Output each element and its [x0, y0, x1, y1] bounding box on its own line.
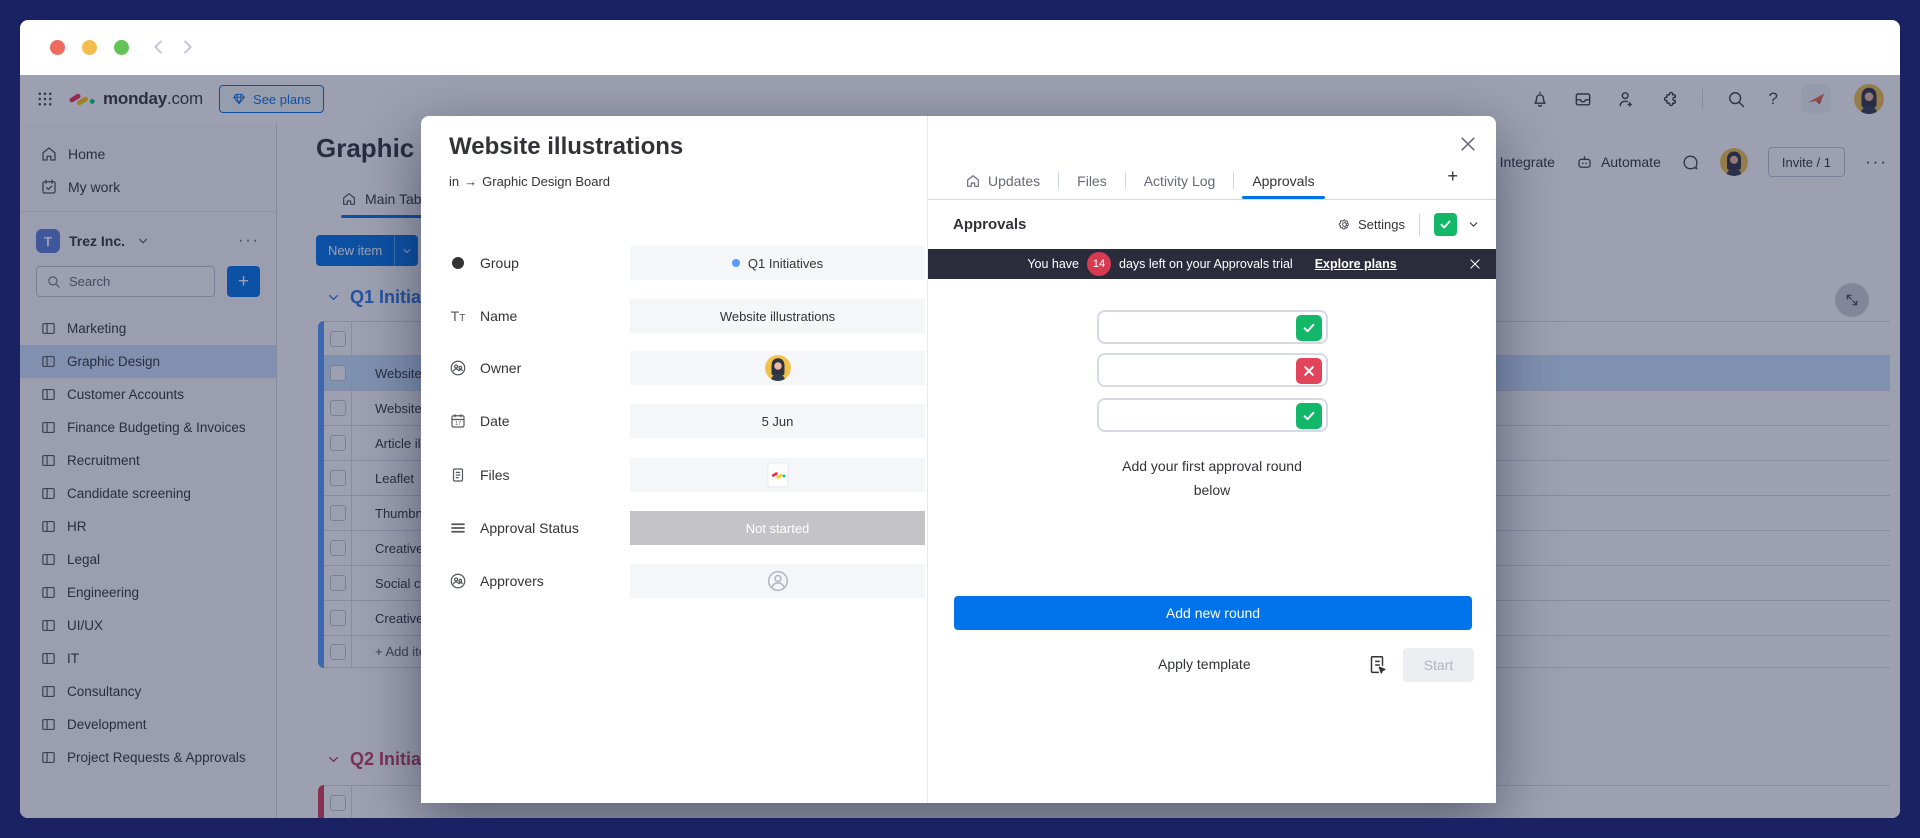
approval-round-box	[1097, 310, 1328, 344]
approval-round-box	[1097, 353, 1328, 387]
desktop-frame: monday.com See plans ?	[0, 0, 1920, 838]
app-window: monday.com See plans ?	[20, 75, 1900, 818]
apply-template-link[interactable]: Apply template	[1158, 656, 1251, 672]
panel-tabs: Updates Files Activity Log Approvals	[961, 172, 1319, 189]
file-icon	[449, 466, 467, 484]
approvers-value[interactable]	[630, 564, 925, 598]
file-thumbnail-icon	[767, 462, 789, 488]
panel-tab-bar: Updates Files Activity Log Approvals +	[928, 116, 1496, 200]
breadcrumb-board-link[interactable]: Graphic Design Board	[482, 174, 610, 189]
item-side-panel: Updates Files Activity Log Approvals + Appr…	[927, 116, 1496, 803]
settings-button[interactable]: Settings	[1337, 217, 1405, 232]
add-new-round-button[interactable]: Add new round	[954, 596, 1472, 630]
approval-round-box	[1097, 398, 1328, 432]
field-label: Name	[480, 308, 517, 324]
approved-check-icon	[1296, 315, 1322, 341]
home-icon	[965, 173, 981, 189]
group-value[interactable]: Q1 Initiatives	[630, 246, 925, 280]
empty-state-text: Add your first approval round below	[928, 454, 1496, 502]
item-title: Website illustrations	[449, 133, 683, 161]
status-icon	[449, 519, 467, 537]
text-icon: TT	[449, 308, 467, 324]
item-modal: Website illustrations in → Graphic Desig…	[421, 116, 1496, 803]
close-window-button[interactable]	[50, 40, 65, 55]
minimize-window-button[interactable]	[82, 40, 97, 55]
field-label: Files	[480, 467, 510, 483]
explore-plans-link[interactable]: Explore plans	[1315, 257, 1397, 271]
browser-forward-icon[interactable]	[176, 36, 198, 58]
approval-checkbox-icon[interactable]	[1434, 213, 1457, 236]
people-icon	[449, 572, 467, 590]
group-color-dot	[732, 259, 740, 267]
empty-person-icon	[766, 569, 790, 593]
tab-approvals[interactable]: Approvals	[1248, 173, 1318, 189]
tab-activity-log[interactable]: Activity Log	[1140, 173, 1220, 189]
tab-divider	[1058, 172, 1059, 189]
zoom-window-button[interactable]	[114, 40, 129, 55]
trial-days-badge: 14	[1087, 252, 1111, 276]
files-value[interactable]	[630, 458, 925, 492]
approval-status-value[interactable]: Not started	[630, 511, 925, 545]
field-label: Group	[480, 255, 519, 271]
add-tab-button[interactable]: +	[1447, 167, 1458, 185]
people-icon	[449, 359, 467, 377]
tab-divider	[1233, 172, 1234, 189]
section-title: Approvals	[953, 216, 1026, 233]
trial-banner: You have 14 days left on your Approvals …	[928, 249, 1496, 279]
chevron-down-icon[interactable]	[1467, 218, 1480, 231]
item-breadcrumb: in → Graphic Design Board	[449, 174, 610, 189]
owner-value[interactable]	[630, 351, 925, 385]
field-label: Approvers	[480, 573, 544, 589]
tab-divider	[1125, 172, 1126, 189]
group-icon	[449, 254, 467, 272]
tab-updates[interactable]: Updates	[961, 173, 1044, 189]
tab-files[interactable]: Files	[1073, 173, 1111, 189]
banner-close-icon[interactable]	[1468, 257, 1482, 271]
rejected-x-icon	[1296, 358, 1322, 384]
approved-check-icon	[1296, 403, 1322, 429]
owner-avatar	[765, 355, 791, 381]
template-icon[interactable]	[1366, 654, 1388, 676]
calendar-icon	[449, 412, 467, 430]
arrow-right-icon: →	[464, 174, 477, 189]
field-label: Approval Status	[480, 520, 579, 536]
gear-icon	[1337, 217, 1352, 232]
browser-back-icon[interactable]	[148, 36, 170, 58]
browser-chrome	[20, 20, 1900, 75]
field-label: Owner	[480, 360, 521, 376]
date-value[interactable]: 5 Jun	[630, 404, 925, 438]
start-button[interactable]: Start	[1403, 648, 1474, 682]
approvals-header: Approvals Settings	[928, 200, 1496, 249]
panel-divider	[1419, 214, 1420, 236]
field-label: Date	[480, 413, 510, 429]
name-value[interactable]: Website illustrations	[630, 299, 925, 333]
